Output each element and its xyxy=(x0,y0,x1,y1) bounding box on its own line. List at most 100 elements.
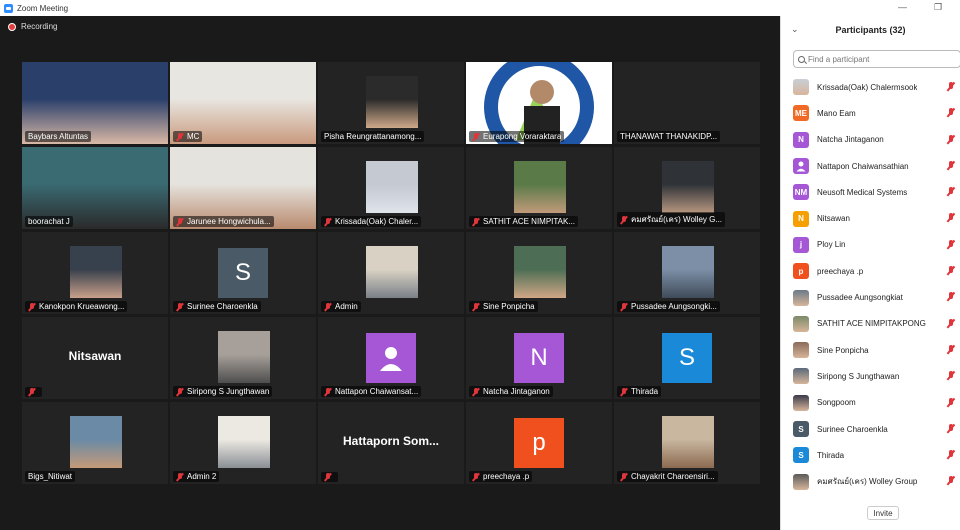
participant-avatar: N xyxy=(793,210,809,227)
mic-muted-icon[interactable] xyxy=(947,397,955,408)
tile-name-label xyxy=(321,472,338,482)
video-tile[interactable]: MC xyxy=(170,62,316,144)
participant-name: Ploy Lin xyxy=(817,240,846,250)
mic-muted-icon xyxy=(620,472,628,481)
invite-button[interactable]: Invite xyxy=(867,506,899,520)
chevron-down-icon[interactable]: ⌄ xyxy=(791,24,799,35)
participant-item[interactable]: คมศรัณย์(เคร) Wolley Group xyxy=(781,468,960,494)
participant-avatar xyxy=(793,473,809,490)
participant-avatar: p xyxy=(793,263,809,280)
mic-muted-icon[interactable] xyxy=(947,292,955,302)
mic-muted-icon xyxy=(472,387,480,396)
tile-name-label: คมศรัณย์(เคร) Wolley G... xyxy=(617,212,726,227)
mic-muted-icon[interactable] xyxy=(947,213,955,223)
participant-item[interactable]: S Surinee Charoenkla xyxy=(781,416,960,442)
participant-avatar: N xyxy=(514,333,564,383)
video-tile[interactable]: N Natcha Jintaganon xyxy=(466,317,612,399)
video-tile[interactable]: Admin 2 xyxy=(170,402,316,484)
participant-avatar: p xyxy=(514,418,564,468)
tile-name-label: SATHIT ACE NIMPITAK... xyxy=(469,216,579,227)
participant-item[interactable]: NM Neusoft Medical Systems xyxy=(781,179,960,205)
video-tile[interactable]: Nattapon Chaiwansat... xyxy=(318,317,464,399)
mic-muted-icon[interactable] xyxy=(947,82,955,92)
video-tile[interactable]: boorachat J xyxy=(22,147,168,229)
minimize-button[interactable]: — xyxy=(898,2,907,12)
video-tile[interactable]: Admin xyxy=(318,232,464,314)
participant-item[interactable]: Sine Ponpicha xyxy=(781,337,960,363)
participant-name: Nattapon Chaiwansathian xyxy=(817,161,909,171)
participant-name: boorachat J xyxy=(28,217,70,226)
participant-video xyxy=(218,416,270,468)
participant-item[interactable]: Krissada(Oak) Chalermsook xyxy=(781,74,960,100)
maximize-button[interactable]: ❐ xyxy=(934,2,942,13)
video-tile[interactable]: Eurapong Voraraktara xyxy=(466,62,612,144)
participant-item[interactable]: p preechaya .p xyxy=(781,258,960,284)
participant-item[interactable]: j Ploy Lin xyxy=(781,232,960,258)
participant-video xyxy=(514,161,566,213)
participant-item[interactable]: SATHIT ACE NIMPITAKPONG xyxy=(781,311,960,337)
video-tile[interactable]: Sine Ponpicha xyxy=(466,232,612,314)
tile-name-label: Nattapon Chaiwansat... xyxy=(321,386,422,397)
tile-name-label: THANAWAT THANAKIDP... xyxy=(617,131,721,142)
participant-name: Eurapong Voraraktara xyxy=(483,132,562,141)
participant-name: Bigs_Nitiwat xyxy=(28,472,73,481)
mic-muted-icon[interactable] xyxy=(947,160,955,171)
video-tile[interactable]: Pussadee Aungsongki... xyxy=(614,232,760,314)
mic-muted-icon[interactable] xyxy=(947,344,955,355)
video-tile[interactable]: Hattaporn Som... xyxy=(318,402,464,484)
mic-muted-icon[interactable] xyxy=(947,450,955,460)
participant-item[interactable]: Nattapon Chaiwansathian xyxy=(781,153,960,179)
video-tile[interactable]: Jarunee Hongwichula... xyxy=(170,147,316,229)
recording-dot-icon xyxy=(8,22,16,31)
participant-item[interactable]: Songpoom xyxy=(781,390,960,416)
participant-name: Thirada xyxy=(817,450,845,460)
participant-search[interactable] xyxy=(793,50,960,68)
search-input[interactable] xyxy=(808,54,948,64)
participant-video xyxy=(662,246,714,298)
video-tile[interactable]: SATHIT ACE NIMPITAK... xyxy=(466,147,612,229)
participant-avatar xyxy=(793,158,809,175)
participant-avatar: S xyxy=(662,333,712,383)
participant-item[interactable]: S Thirada xyxy=(781,442,960,468)
mic-muted-icon[interactable] xyxy=(947,108,955,118)
video-tile[interactable]: Kanokpon Krueawong... xyxy=(22,232,168,314)
video-tile[interactable]: THANAWAT THANAKIDP... xyxy=(614,62,760,144)
participant-name: Siripong S Jungthawan xyxy=(817,371,900,381)
mic-muted-icon[interactable] xyxy=(947,134,955,145)
mic-muted-icon[interactable] xyxy=(947,318,955,329)
mic-muted-icon xyxy=(324,217,332,226)
participant-video xyxy=(366,161,418,213)
participant-name: Pussadee Aungsongkiat xyxy=(817,293,903,303)
participant-item[interactable]: N Natcha Jintaganon xyxy=(781,127,960,153)
video-tile[interactable]: p preechaya .p xyxy=(466,402,612,484)
mic-muted-icon[interactable] xyxy=(947,266,955,276)
participant-avatar: NM xyxy=(793,184,809,201)
mic-muted-icon[interactable] xyxy=(947,187,955,197)
mic-muted-icon[interactable] xyxy=(947,423,955,434)
participant-item[interactable]: ME Mano Eam xyxy=(781,100,960,126)
video-tile[interactable]: Bigs_Nitiwat xyxy=(22,402,168,484)
participant-video xyxy=(70,246,122,298)
video-tile[interactable]: Siripong S Jungthawan xyxy=(170,317,316,399)
video-tile[interactable]: Nitsawan xyxy=(22,317,168,399)
participant-name: Neusoft Medical Systems xyxy=(817,187,908,197)
mic-muted-icon xyxy=(472,217,480,226)
mic-muted-icon[interactable] xyxy=(947,476,955,486)
video-tile[interactable]: คมศรัณย์(เคร) Wolley G... xyxy=(614,147,760,229)
participant-item[interactable]: N Nitsawan xyxy=(781,205,960,231)
video-tile[interactable]: Pisha Reungrattanamong... xyxy=(318,62,464,144)
video-tile[interactable]: Krissada(Oak) Chaler... xyxy=(318,147,464,229)
tile-name-label: Jarunee Hongwichula... xyxy=(173,216,274,227)
video-tile[interactable]: S Surinee Charoenkla xyxy=(170,232,316,314)
video-tile[interactable]: Chayakrit Charoensiri... xyxy=(614,402,760,484)
participant-name: Kanokpon Krueawong... xyxy=(39,302,125,311)
video-tile[interactable]: S Thirada xyxy=(614,317,760,399)
mic-muted-icon[interactable] xyxy=(947,239,955,250)
recording-indicator[interactable]: Recording xyxy=(8,22,57,31)
video-tile[interactable]: Baybars Altuntas xyxy=(22,62,168,144)
participant-item[interactable]: Pussadee Aungsongkiat xyxy=(781,284,960,310)
participant-avatar: S xyxy=(793,447,809,464)
mic-muted-icon xyxy=(176,217,184,226)
mic-muted-icon[interactable] xyxy=(947,371,955,381)
participant-item[interactable]: Siripong S Jungthawan xyxy=(781,363,960,389)
